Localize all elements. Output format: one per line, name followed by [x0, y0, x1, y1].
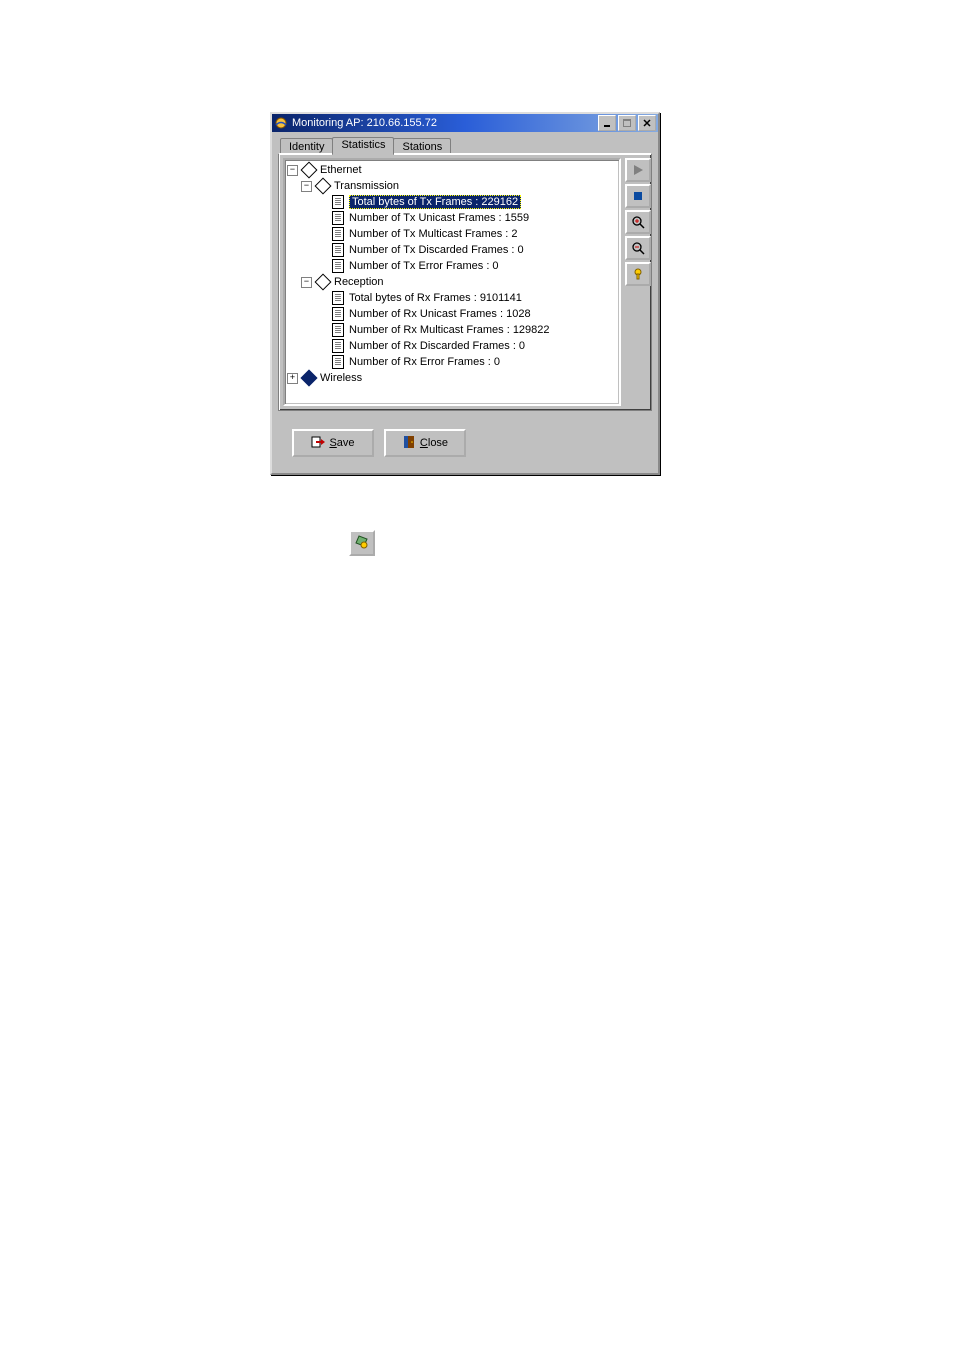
tree-leaf[interactable]: Number of Rx Discarded Frames : 0 — [287, 338, 617, 354]
settings-button[interactable] — [625, 262, 651, 286]
titlebar[interactable]: Monitoring AP: 210.66.155.72 — [272, 114, 658, 132]
page-icon — [331, 291, 345, 305]
tree-node-reception[interactable]: − Reception — [287, 274, 617, 290]
window-title: Monitoring AP: 210.66.155.72 — [292, 117, 598, 129]
expand-icon[interactable]: + — [287, 373, 298, 384]
button-label: CCloselose — [420, 437, 448, 449]
app-icon — [274, 116, 288, 130]
diamond-icon — [302, 163, 316, 177]
page-icon — [331, 243, 345, 257]
save-icon — [311, 436, 325, 451]
tree-label: Number of Rx Unicast Frames : 1028 — [349, 308, 531, 320]
tab-statistics[interactable]: Statistics — [332, 137, 394, 155]
page-icon — [331, 211, 345, 225]
tree-node-transmission[interactable]: − Transmission — [287, 178, 617, 194]
minimize-button[interactable] — [598, 115, 616, 131]
page-icon — [331, 339, 345, 353]
tree-label: Total bytes of Tx Frames : 229162 — [349, 195, 521, 209]
diamond-icon — [316, 275, 330, 289]
page-icon — [331, 323, 345, 337]
statistics-tree[interactable]: − Ethernet − Transmission — [283, 158, 621, 406]
tree-label: Number of Rx Multicast Frames : 129822 — [349, 324, 550, 336]
tree-label: Reception — [334, 276, 384, 288]
tree-label: Total bytes of Rx Frames : 9101141 — [349, 292, 522, 304]
collapse-icon[interactable]: − — [301, 181, 312, 192]
tree-node-ethernet[interactable]: − Ethernet — [287, 162, 617, 178]
tab-label: Stations — [402, 141, 442, 153]
tree-label: Number of Tx Unicast Frames : 1559 — [349, 212, 529, 224]
tree-leaf[interactable]: Number of Rx Multicast Frames : 129822 — [287, 322, 617, 338]
zoom-out-button[interactable] — [625, 236, 651, 260]
tree-leaf[interactable]: Number of Tx Multicast Frames : 2 — [287, 226, 617, 242]
tree-node-wireless[interactable]: + Wireless — [287, 370, 617, 386]
save-button[interactable]: SSaveave — [292, 429, 374, 457]
tree-label: Transmission — [334, 180, 399, 192]
page-icon — [331, 195, 345, 209]
bottom-bar: SSaveave CCloselose — [278, 419, 652, 467]
tree-label: Number of Tx Error Frames : 0 — [349, 260, 499, 272]
side-toolbar — [625, 158, 647, 406]
tree-leaf[interactable]: Number of Rx Unicast Frames : 1028 — [287, 306, 617, 322]
tree-leaf[interactable]: Total bytes of Tx Frames : 229162 — [287, 194, 617, 210]
tree-label: Number of Tx Multicast Frames : 2 — [349, 228, 518, 240]
stop-button[interactable] — [625, 184, 651, 208]
diamond-icon — [302, 371, 316, 385]
tree-label: Number of Rx Error Frames : 0 — [349, 356, 500, 368]
tab-panel: − Ethernet − Transmission — [278, 153, 652, 411]
collapse-icon[interactable]: − — [301, 277, 312, 288]
tab-strip: Identity Statistics Stations — [278, 136, 652, 154]
tree-leaf[interactable]: Number of Tx Error Frames : 0 — [287, 258, 617, 274]
play-button[interactable] — [625, 158, 651, 182]
tree-leaf[interactable]: Number of Tx Discarded Frames : 0 — [287, 242, 617, 258]
page-icon — [331, 307, 345, 321]
gear-refresh-icon — [354, 535, 370, 551]
diamond-icon — [316, 179, 330, 193]
monitoring-window: Monitoring AP: 210.66.155.72 Identity St… — [270, 112, 660, 475]
tab-label: Identity — [289, 141, 324, 153]
tree-label: Number of Tx Discarded Frames : 0 — [349, 244, 524, 256]
collapse-icon[interactable]: − — [287, 165, 298, 176]
tree-leaf[interactable]: Number of Tx Unicast Frames : 1559 — [287, 210, 617, 226]
page-icon — [331, 355, 345, 369]
tab-label: Statistics — [341, 139, 385, 151]
tree-label: Ethernet — [320, 164, 362, 176]
zoom-in-button[interactable] — [625, 210, 651, 234]
maximize-button[interactable] — [618, 115, 636, 131]
button-label: SSaveave — [329, 437, 354, 449]
standalone-tool-button[interactable] — [349, 530, 375, 556]
close-button[interactable] — [638, 115, 656, 131]
page-icon — [331, 259, 345, 273]
page-icon — [331, 227, 345, 241]
tree-label: Number of Rx Discarded Frames : 0 — [349, 340, 525, 352]
tree-label: Wireless — [320, 372, 362, 384]
client-area: Identity Statistics Stations − Ethernet … — [272, 132, 658, 473]
tree-leaf[interactable]: Number of Rx Error Frames : 0 — [287, 354, 617, 370]
close-button-bottom[interactable]: CCloselose — [384, 429, 466, 457]
door-icon — [402, 435, 416, 452]
tree-leaf[interactable]: Total bytes of Rx Frames : 9101141 — [287, 290, 617, 306]
